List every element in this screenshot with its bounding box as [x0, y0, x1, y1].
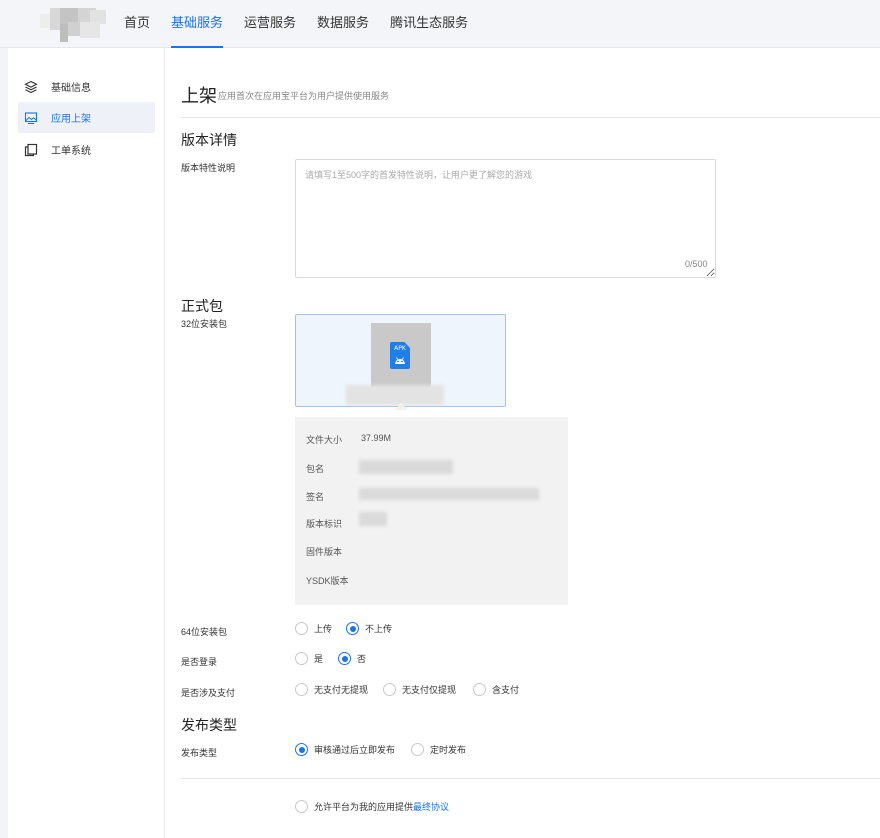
picture-icon — [24, 111, 38, 125]
radio-label: 上传 — [314, 624, 333, 634]
sidebar-item-basic-info[interactable]: 基础信息 — [18, 71, 155, 102]
publish-section-title: 发布类型 — [181, 717, 237, 733]
info-label-package-name: 包名 — [306, 464, 325, 474]
sidebar: 基础信息 应用上架 工单系统 — [8, 48, 165, 838]
footer-divider — [181, 778, 880, 779]
page-subtitle: 应用首次在应用宝平台为用户提供使用服务 — [218, 91, 390, 101]
title-divider — [181, 117, 880, 118]
info-label-version-id: 版本标识 — [306, 519, 343, 529]
radio-circle-checked — [338, 652, 351, 665]
signature-value-redacted — [359, 488, 539, 500]
agreement-link[interactable]: 最终协议 — [413, 800, 449, 813]
layers-icon — [24, 80, 38, 94]
radio-login-yes[interactable]: 是 — [295, 652, 323, 665]
radio-label: 无支付无提现 — [314, 685, 369, 695]
radio-publish-immediately[interactable]: 审核通过后立即发布 — [295, 743, 395, 756]
sidebar-item-ticket-system[interactable]: 工单系统 — [18, 134, 155, 165]
login-label: 是否登录 — [181, 657, 218, 667]
apk-badge-text: APK — [394, 345, 406, 352]
pkg32-label: 32位安装包 — [181, 319, 228, 329]
sidebar-item-label: 基础信息 — [51, 83, 91, 94]
radio-label: 无支付仅提现 — [402, 685, 457, 695]
publish-type-label: 发布类型 — [181, 748, 218, 758]
copy-icon — [24, 143, 38, 157]
radio-publish-scheduled[interactable]: 定时发布 — [411, 743, 466, 756]
top-navigation-bar: 首页 基础服务 运营服务 数据服务 腾讯生态服务 — [0, 0, 880, 48]
feature-label: 版本特性说明 — [181, 163, 236, 173]
radio-label: 是 — [314, 654, 324, 664]
package-name-value-redacted — [359, 460, 453, 474]
pkg64-label: 64位安装包 — [181, 627, 228, 637]
sidebar-item-app-listing[interactable]: 应用上架 — [18, 102, 155, 133]
radio-circle — [383, 683, 396, 696]
radio-pkg64-upload[interactable]: 上传 — [295, 622, 332, 635]
radio-circle — [295, 652, 308, 665]
radio-pkg64-no-upload[interactable]: 不上传 — [346, 622, 392, 635]
radio-circle-checked — [295, 743, 308, 756]
version-section-title: 版本详情 — [181, 132, 237, 148]
radio-circle — [295, 683, 308, 696]
radio-label: 审核通过后立即发布 — [314, 745, 396, 755]
radio-login-no[interactable]: 否 — [338, 652, 366, 665]
page-title: 上架 — [181, 86, 217, 106]
nav-operation-services[interactable]: 运营服务 — [244, 0, 296, 48]
radio-circle — [411, 743, 424, 756]
nav-data-services[interactable]: 数据服务 — [317, 0, 369, 48]
version-id-value-redacted — [359, 512, 387, 526]
radio-label: 不上传 — [365, 624, 393, 634]
agreement-text: 允许平台为我的应用提供 — [314, 802, 414, 812]
sidebar-item-label: 应用上架 — [51, 114, 91, 125]
apk-thumbnail: APK — [371, 323, 431, 387]
feature-description-textarea[interactable] — [295, 159, 716, 278]
radio-circle — [295, 800, 308, 813]
info-label-file-size: 文件大小 — [306, 435, 343, 445]
package-info-panel: 文件大小 37.99M 包名 签名 版本标识 固件版本 YSDK版本 — [295, 417, 568, 605]
info-label-signature: 签名 — [306, 492, 325, 502]
logo — [40, 8, 106, 42]
info-label-firmware: 固件版本 — [306, 547, 343, 557]
radio-label: 定时发布 — [430, 745, 467, 755]
info-label-ysdk: YSDK版本 — [306, 576, 349, 586]
nav-home[interactable]: 首页 — [124, 0, 150, 48]
sidebar-item-label: 工单系统 — [51, 146, 91, 157]
info-value-file-size: 37.99M — [361, 433, 392, 443]
radio-circle-checked — [346, 622, 359, 635]
character-counter: 0/500 — [685, 259, 708, 269]
apk-upload-card[interactable]: APK — [295, 314, 506, 407]
radio-circle — [295, 622, 308, 635]
payment-label: 是否涉及支付 — [181, 688, 236, 698]
nav-basic-services[interactable]: 基础服务 — [171, 0, 224, 48]
package-name-redacted — [346, 385, 444, 405]
package-section-title: 正式包 — [181, 298, 223, 314]
android-apk-icon: APK — [390, 342, 410, 369]
radio-circle — [473, 683, 486, 696]
radio-payment-withdraw-only[interactable]: 无支付仅提现 — [383, 683, 456, 696]
main-nav: 首页 基础服务 运营服务 数据服务 腾讯生态服务 — [124, 0, 489, 48]
radio-label: 含支付 — [492, 685, 520, 695]
info-panel-arrow — [394, 403, 408, 410]
main-content: 上架 应用首次在应用宝平台为用户提供使用服务 版本详情 版本特性说明 0/500… — [165, 48, 880, 838]
agreement-checkbox[interactable]: 允许平台为我的应用提供 最终协议 — [295, 800, 449, 813]
radio-payment-none[interactable]: 无支付无提现 — [295, 683, 368, 696]
radio-label: 否 — [357, 654, 367, 664]
nav-tencent-ecosystem[interactable]: 腾讯生态服务 — [390, 0, 468, 48]
radio-payment-included[interactable]: 含支付 — [473, 683, 519, 696]
